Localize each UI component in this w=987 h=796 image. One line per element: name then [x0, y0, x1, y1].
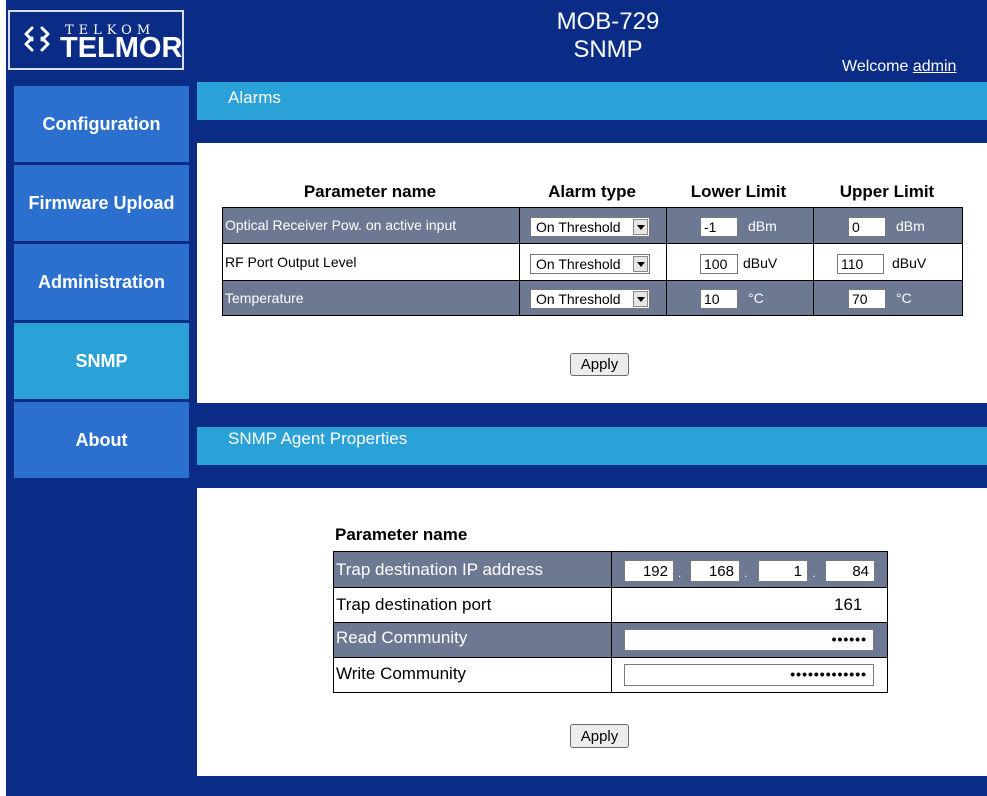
- sidebar-item-label: Firmware Upload: [28, 192, 175, 213]
- sidebar-item-about[interactable]: About: [14, 402, 189, 478]
- sidebar-item-label: Administration: [37, 271, 165, 292]
- sidebar-item-snmp[interactable]: SNMP: [14, 323, 189, 399]
- upper-limit-unit: dBuV: [892, 255, 927, 271]
- sidebar-item-label: SNMP: [75, 350, 128, 371]
- ip-octet-2-input[interactable]: 168: [690, 560, 740, 582]
- user-link[interactable]: admin: [913, 58, 957, 75]
- param-name: RF Port Output Level: [225, 254, 357, 270]
- chevron-down-icon: [633, 291, 648, 307]
- trap-port-value: 161: [834, 595, 863, 614]
- col-alarm-type: Alarm type: [548, 182, 636, 201]
- sidebar-item-firmware-upload[interactable]: Firmware Upload: [14, 165, 189, 241]
- snmp-title: SNMP Agent Properties: [228, 429, 408, 448]
- col-upper-limit: Upper Limit: [839, 182, 935, 201]
- lower-limit-unit: dBm: [748, 218, 777, 234]
- col-parameter-name: Parameter name: [303, 182, 437, 201]
- sidebar-item-configuration[interactable]: Configuration: [14, 86, 189, 162]
- table-row: Trap destination IP address 192 . 168 . …: [333, 551, 888, 588]
- upper-limit-input[interactable]: 110: [837, 254, 884, 274]
- param-name: Optical Receiver Pow. on active input: [225, 217, 457, 233]
- snmp-col-parameter-name: Parameter name: [335, 525, 468, 544]
- logo-telmor-text: TELMOR: [60, 32, 183, 64]
- chevron-down-icon: [633, 256, 648, 272]
- write-community-input[interactable]: •••••••••••••: [624, 664, 874, 686]
- table-row: Read Community ••••••: [333, 622, 888, 658]
- trap-port-label: Trap destination port: [336, 595, 492, 614]
- sidebar-item-label: Configuration: [42, 113, 161, 134]
- lower-limit-input[interactable]: 10: [700, 289, 738, 309]
- table-row: Write Community •••••••••••••: [333, 657, 888, 693]
- lower-limit-input[interactable]: -1: [700, 217, 738, 237]
- table-row: Trap destination port 161: [333, 587, 888, 623]
- logo-arrows-icon: [24, 26, 50, 52]
- lower-limit-unit: °C: [748, 290, 764, 306]
- alarm-type-select[interactable]: On Threshold: [530, 254, 650, 274]
- chevron-down-icon: [633, 219, 648, 235]
- ip-octet-1-input[interactable]: 192: [624, 560, 674, 582]
- write-community-label: Write Community: [336, 664, 467, 683]
- ip-octet-4-input[interactable]: 84: [825, 560, 875, 582]
- read-community-label: Read Community: [336, 628, 468, 647]
- telmor-logo: TELKOM TELMOR: [8, 10, 184, 70]
- device-title: MOB-729: [556, 8, 660, 35]
- trap-ip-label: Trap destination IP address: [336, 560, 543, 579]
- col-lower-limit: Lower Limit: [690, 182, 787, 201]
- read-community-input[interactable]: ••••••: [624, 629, 874, 651]
- alarms-title: Alarms: [228, 88, 281, 107]
- sidebar-item-administration[interactable]: Administration: [14, 244, 189, 320]
- snmp-apply-button[interactable]: Apply: [570, 724, 629, 748]
- sidebar-item-label: About: [75, 429, 128, 450]
- upper-limit-input[interactable]: 0: [848, 217, 886, 237]
- welcome-text: Welcome admin: [842, 58, 957, 75]
- ip-octet-3-input[interactable]: 1: [758, 560, 808, 582]
- param-name: Temperature: [225, 290, 304, 306]
- page-title: SNMP: [573, 36, 643, 63]
- table-row: Optical Receiver Pow. on active input On…: [222, 207, 963, 244]
- lower-limit-unit: dBuV: [743, 255, 778, 271]
- alarm-type-select[interactable]: On Threshold: [530, 217, 650, 237]
- alarms-section-header: Alarms: [197, 82, 987, 120]
- table-row: Temperature On Threshold 10 °C 70 °C: [222, 280, 963, 316]
- alarms-apply-button[interactable]: Apply: [570, 353, 629, 376]
- snmp-section-header: SNMP Agent Properties: [197, 427, 987, 465]
- lower-limit-input[interactable]: 100: [700, 254, 738, 274]
- alarm-type-select[interactable]: On Threshold: [530, 289, 650, 309]
- upper-limit-unit: dBm: [896, 218, 925, 234]
- upper-limit-input[interactable]: 70: [848, 289, 886, 309]
- table-row: RF Port Output Level On Threshold 100 dB…: [222, 243, 963, 281]
- upper-limit-unit: °C: [896, 290, 912, 306]
